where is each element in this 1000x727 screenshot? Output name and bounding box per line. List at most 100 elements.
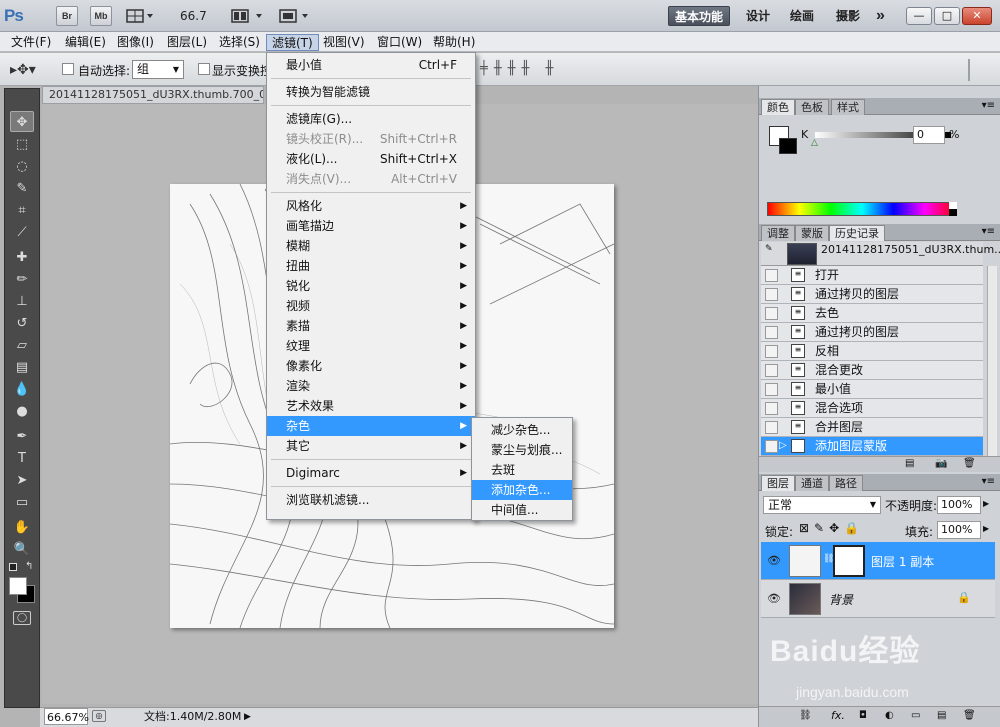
- history-source-checkbox[interactable]: [765, 440, 778, 453]
- new-layer-icon[interactable]: ▤: [937, 710, 946, 721]
- filter-menu-item[interactable]: 浏览联机滤镜...: [267, 490, 475, 510]
- move-tool-icon[interactable]: ✥: [10, 111, 34, 132]
- quick-select-tool-icon[interactable]: ✎: [10, 178, 34, 199]
- history-item[interactable]: ≡ 通过拷贝的图层: [761, 323, 983, 342]
- history-source-checkbox[interactable]: [765, 288, 778, 301]
- history-item[interactable]: ≡ 混合更改: [761, 361, 983, 380]
- filter-menu-item[interactable]: 素描 ▶: [267, 316, 475, 336]
- layer-row-background[interactable]: 👁 背景 🔒: [761, 580, 995, 618]
- more-workspaces-button[interactable]: »: [870, 6, 891, 26]
- noise-menu-item[interactable]: 去斑: [472, 460, 572, 480]
- noise-menu-item[interactable]: 添加杂色...: [472, 480, 572, 500]
- history-item[interactable]: ≡ 通过拷贝的图层: [761, 285, 983, 304]
- marquee-tool-icon[interactable]: ⬚: [10, 134, 34, 155]
- tab-channels[interactable]: 通道: [795, 475, 829, 491]
- history-item[interactable]: ≡ 打开: [761, 266, 983, 285]
- opacity-input[interactable]: 100%: [937, 496, 981, 514]
- trash-icon[interactable]: 🗑: [963, 458, 976, 469]
- zoom-tool-icon[interactable]: 🔍: [10, 539, 34, 560]
- layer-name[interactable]: 背景: [829, 591, 853, 608]
- visibility-eye-icon[interactable]: 👁: [767, 554, 781, 567]
- bw-ramp[interactable]: [949, 202, 957, 216]
- screen-mode-button[interactable]: [278, 8, 312, 24]
- view-extras-button[interactable]: [126, 8, 154, 24]
- tab-paths[interactable]: 路径: [829, 475, 863, 491]
- path-select-tool-icon[interactable]: ➤: [10, 470, 34, 491]
- k-value-input[interactable]: 0: [913, 126, 945, 144]
- noise-menu-item[interactable]: 蒙尘与划痕...: [472, 440, 572, 460]
- history-source-checkbox[interactable]: [765, 345, 778, 358]
- auto-select-checkbox[interactable]: [62, 63, 74, 75]
- menu-filter[interactable]: 滤镜(T): [266, 34, 319, 51]
- visibility-eye-icon[interactable]: 👁: [767, 592, 781, 605]
- filter-menu-item[interactable]: Digimarc ▶: [267, 463, 475, 483]
- filter-menu-item[interactable]: 滤镜库(G)...: [267, 109, 475, 129]
- foreground-color-swatch[interactable]: [9, 577, 27, 595]
- status-zoom-input[interactable]: 66.67%: [44, 708, 89, 725]
- default-colors-icon[interactable]: [9, 563, 17, 571]
- show-transform-checkbox[interactable]: [198, 63, 210, 75]
- workspace-essentials[interactable]: 基本功能: [668, 6, 731, 26]
- filter-menu-item[interactable]: 纹理 ▶: [267, 336, 475, 356]
- history-source-checkbox[interactable]: [765, 364, 778, 377]
- fill-arrow-icon[interactable]: ▶: [983, 524, 989, 533]
- shape-tool-icon[interactable]: ▭: [10, 492, 34, 513]
- color-spectrum-ramp[interactable]: [767, 202, 957, 216]
- history-item[interactable]: ≡ 合并图层: [761, 418, 983, 437]
- hand-tool-icon[interactable]: ✋: [10, 517, 34, 538]
- history-source-checkbox[interactable]: [765, 269, 778, 282]
- workspace-photography[interactable]: 摄影: [830, 6, 866, 26]
- status-menu-arrow-icon[interactable]: ▶: [244, 708, 251, 726]
- new-group-icon[interactable]: ▭: [911, 710, 920, 721]
- brush-tool-icon[interactable]: ✏: [10, 269, 34, 290]
- gradient-tool-icon[interactable]: ▤: [10, 357, 34, 378]
- menu-window[interactable]: 窗口(W): [372, 34, 427, 51]
- add-mask-icon[interactable]: ◘: [859, 710, 867, 721]
- healing-brush-tool-icon[interactable]: ✚: [10, 247, 34, 268]
- tab-styles[interactable]: 样式: [831, 99, 865, 115]
- history-source-checkbox[interactable]: [765, 383, 778, 396]
- mini-bridge-button[interactable]: Mb: [90, 6, 112, 26]
- history-panel-menu-icon[interactable]: ▾≡: [982, 226, 995, 237]
- k-slider-handle-icon[interactable]: △: [811, 138, 818, 148]
- menu-image[interactable]: 图像(I): [112, 34, 159, 51]
- minimize-button[interactable]: —: [906, 7, 932, 25]
- layer-style-icon[interactable]: fx.: [831, 709, 845, 722]
- filter-menu-item[interactable]: 杂色 ▶: [267, 416, 475, 436]
- layers-panel-menu-icon[interactable]: ▾≡: [982, 476, 995, 487]
- eraser-tool-icon[interactable]: ▱: [10, 335, 34, 356]
- clone-stamp-tool-icon[interactable]: ⊥: [10, 291, 34, 312]
- history-brush-tool-icon[interactable]: ↺: [10, 313, 34, 334]
- history-item[interactable]: ≡ 最小值: [761, 380, 983, 399]
- history-scrollbar[interactable]: [987, 266, 997, 456]
- tab-masks[interactable]: 蒙版: [795, 225, 829, 241]
- menu-select[interactable]: 选择(S): [214, 34, 265, 51]
- filter-menu-item[interactable]: 画笔描边 ▶: [267, 216, 475, 236]
- history-source-checkbox[interactable]: [765, 326, 778, 339]
- panel-menu-icon[interactable]: ▾≡: [982, 100, 995, 111]
- menu-file[interactable]: 文件(F): [6, 34, 56, 51]
- filter-menu-item[interactable]: 锐化 ▶: [267, 276, 475, 296]
- snapshot-camera-icon[interactable]: 📷: [935, 458, 947, 469]
- layer-name[interactable]: 图层 1 副本: [871, 553, 934, 570]
- filter-menu-item[interactable]: 像素化 ▶: [267, 356, 475, 376]
- history-item[interactable]: ≡ 混合选项: [761, 399, 983, 418]
- history-item[interactable]: ≡ 去色: [761, 304, 983, 323]
- blend-mode-select[interactable]: 正常 ▼: [763, 496, 881, 514]
- opacity-arrow-icon[interactable]: ▶: [983, 499, 989, 508]
- history-source-checkbox[interactable]: [765, 402, 778, 415]
- filter-menu-item[interactable]: 风格化 ▶: [267, 196, 475, 216]
- color-panel-bg-swatch[interactable]: [779, 138, 797, 154]
- maximize-button[interactable]: □: [934, 7, 960, 25]
- filter-menu-item[interactable]: 艺术效果 ▶: [267, 396, 475, 416]
- adjustment-layer-icon[interactable]: ◐: [885, 710, 894, 721]
- noise-menu-item[interactable]: 中间值...: [472, 500, 572, 520]
- fill-input[interactable]: 100%: [937, 521, 981, 539]
- history-source-checkbox[interactable]: [765, 421, 778, 434]
- menu-edit[interactable]: 编辑(E): [60, 34, 111, 51]
- tab-history[interactable]: 历史记录: [829, 225, 885, 241]
- close-button[interactable]: ✕: [962, 7, 992, 25]
- align-distribute-icons[interactable]: ╪╫╫╫ ╫: [480, 61, 600, 79]
- menu-layer[interactable]: 图层(L): [162, 34, 212, 51]
- pen-tool-icon[interactable]: ✒: [10, 426, 34, 447]
